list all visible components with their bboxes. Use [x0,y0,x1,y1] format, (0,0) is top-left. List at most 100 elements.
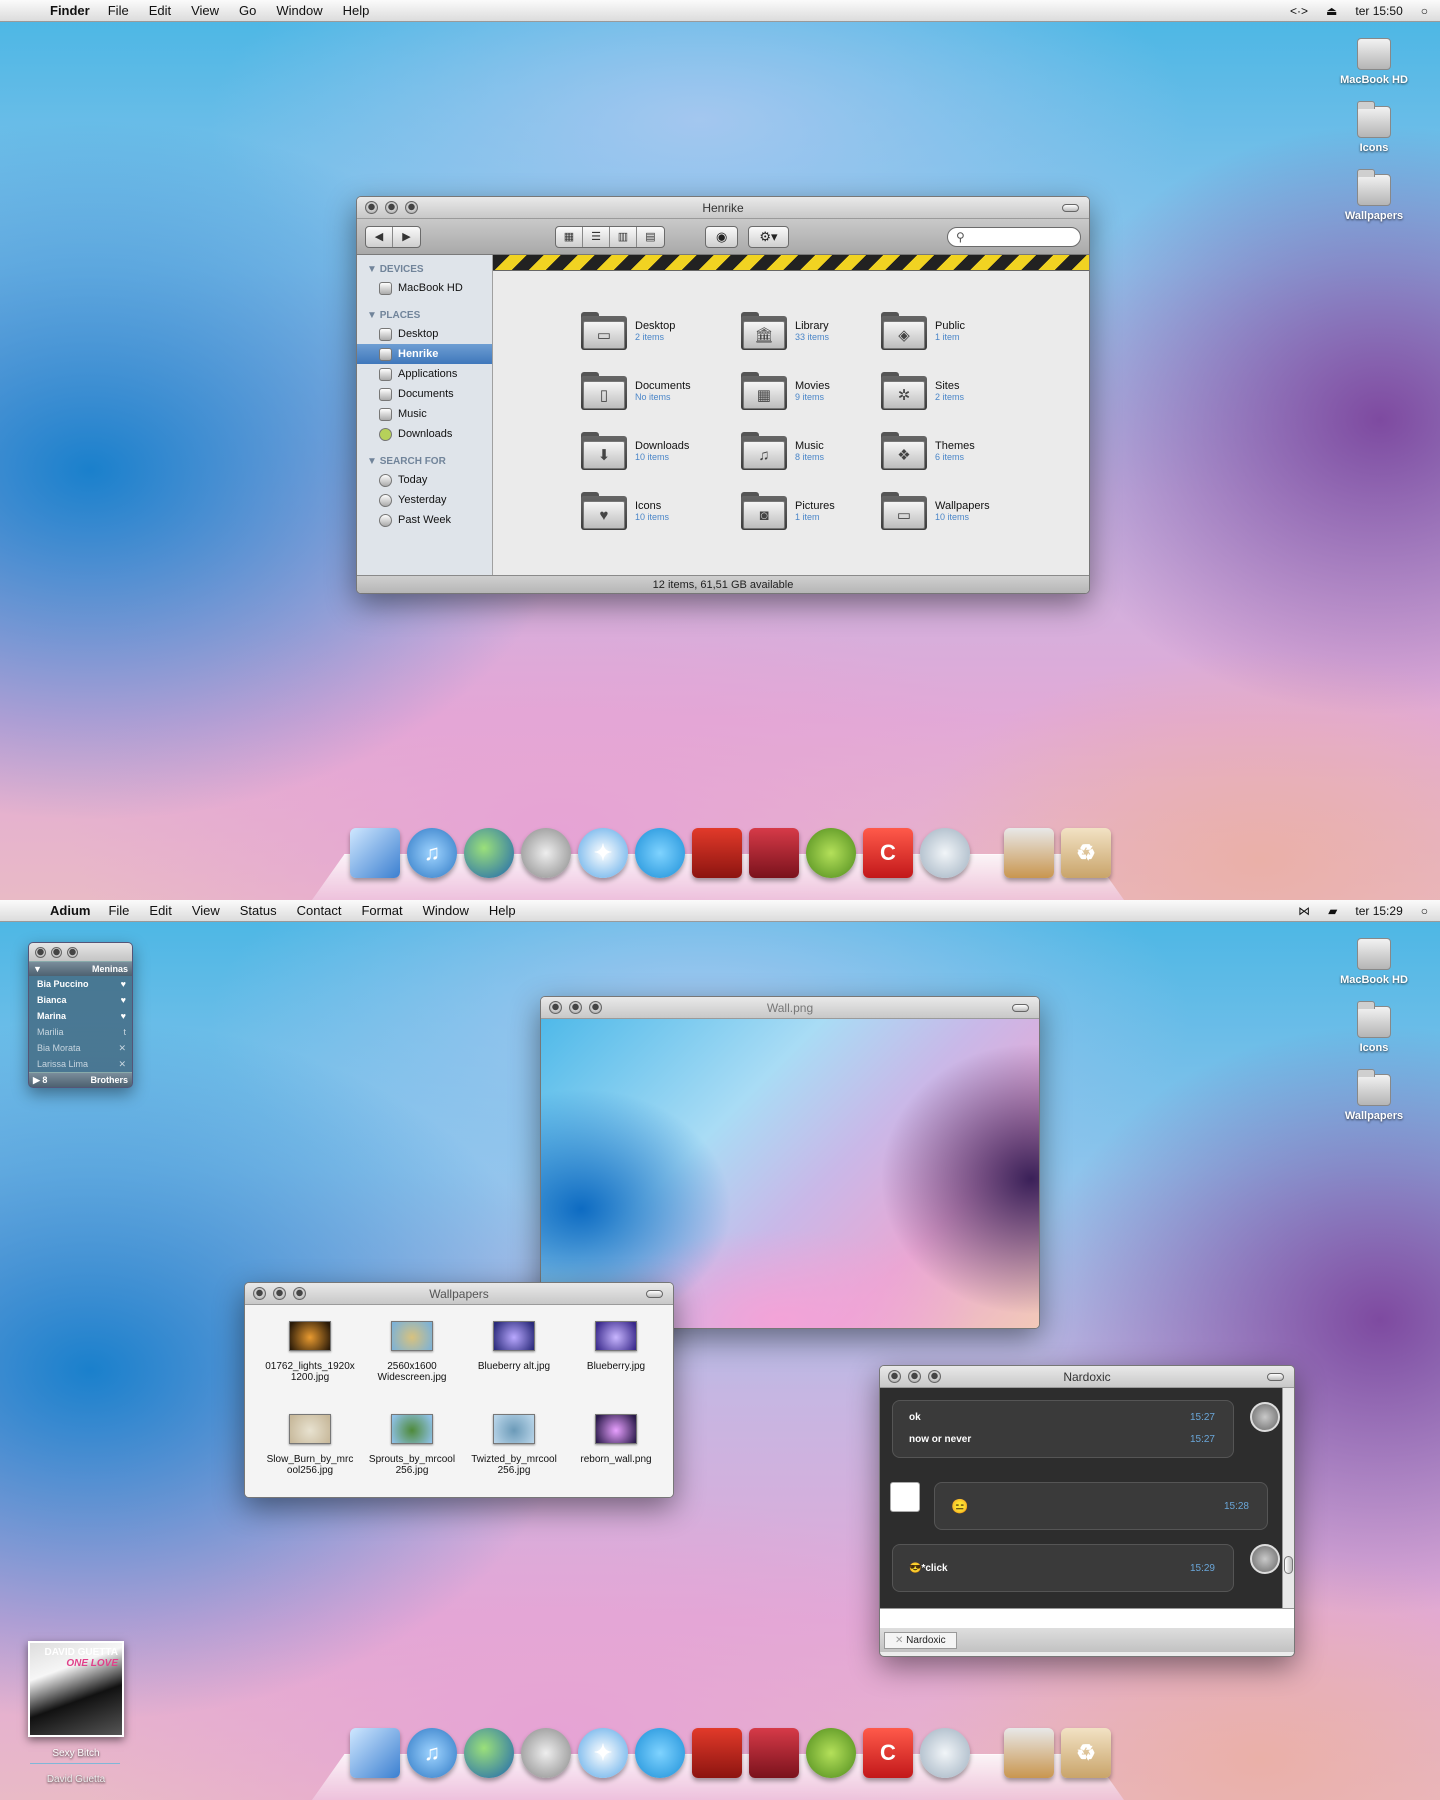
menu-format[interactable]: Format [361,903,402,918]
dvd-player-dock-icon[interactable] [521,828,571,878]
menu-file[interactable]: File [108,903,129,918]
wallpaper-file[interactable]: reborn_wall.png [565,1414,667,1497]
trash-dock-icon[interactable]: ♻ [1061,1728,1111,1778]
contact-row[interactable]: Larissa Lima ✕ [29,1056,132,1072]
sidebar-item-music[interactable]: Music [357,404,492,424]
itunes-dock-icon[interactable]: ♫ [407,1728,457,1778]
folder-item-movies[interactable]: ▦ Movies 9 items [741,361,881,421]
menu-help[interactable]: Help [343,3,370,18]
panda-dock-icon[interactable] [920,1728,970,1778]
menu-file[interactable]: File [108,3,129,18]
menu-window[interactable]: Window [423,903,469,918]
search-field[interactable]: ⚲ [947,226,1081,247]
menu-contact[interactable]: Contact [297,903,342,918]
chat-tab-nardoxic[interactable]: ✕ Nardoxic [884,1631,957,1649]
album-cover[interactable]: DAVID GUETTA ONE LOVE [28,1641,124,1737]
wallpaper-file[interactable]: Sprouts_by_mrcool256.jpg [361,1414,463,1497]
zoom-button[interactable] [293,1287,306,1300]
folder-item-themes[interactable]: ❖ Themes 6 items [881,421,1021,481]
zoom-button[interactable] [405,201,418,214]
menu-view[interactable]: View [191,3,219,18]
dvd-player-dock-icon[interactable] [521,1728,571,1778]
folder-item-sites[interactable]: ✲ Sites 2 items [881,361,1021,421]
menu-view[interactable]: View [192,903,220,918]
folder-item-public[interactable]: ◈ Public 1 item [881,301,1021,361]
action-menu-button[interactable]: ⚙▾ [748,225,789,248]
contact-row[interactable]: Bia Morata ✕ [29,1040,132,1056]
desktop-icon-wallpapers[interactable]: Wallpapers [1326,1069,1422,1122]
menu-clock[interactable]: ter 15:50 [1355,4,1402,18]
menu-edit[interactable]: Edit [149,903,171,918]
scrollbar-thumb[interactable] [1284,1556,1293,1574]
wallpaper-file[interactable]: Blueberry alt.jpg [463,1321,565,1404]
close-button[interactable] [35,946,46,958]
contact-row[interactable]: Marilia t [29,1024,132,1040]
bowtie-icon[interactable]: ⋈ [1298,904,1310,918]
red-box-dock-icon[interactable] [749,828,799,878]
red-box-dock-icon[interactable] [749,1728,799,1778]
preview-titlebar[interactable]: Wall.png [541,997,1039,1019]
contact-row[interactable]: Bia Puccino ♥ [29,976,132,992]
close-tab-icon[interactable]: ✕ [895,1635,906,1646]
minimize-button[interactable] [51,946,62,958]
trash-dock-icon[interactable]: ♻ [1061,828,1111,878]
coverflow-view-icon[interactable]: ▤ [637,227,664,247]
sidebar-item-desktop[interactable]: Desktop [357,324,492,344]
sidebar-item-applications[interactable]: Applications [357,364,492,384]
contact-row[interactable]: Marina ♥ [29,1008,132,1024]
globe-dock-icon[interactable] [464,828,514,878]
folder-item-documents[interactable]: ▯ Documents No items [581,361,741,421]
icon-view-icon[interactable]: ▦ [556,226,583,247]
zoom-button[interactable] [928,1370,941,1383]
twitter-bird-dock-icon[interactable] [635,828,685,878]
folder-item-desktop[interactable]: ▭ Desktop 2 items [581,301,741,361]
folder-item-pictures[interactable]: ◙ Pictures 1 item [741,481,881,541]
network-arrows-icon[interactable]: <·> [1290,4,1308,18]
folder-item-wallpapers[interactable]: ▭ Wallpapers 10 items [881,481,1021,541]
desktop-icon-icons[interactable]: Icons [1326,1001,1422,1054]
mug-dock-icon[interactable] [692,1728,742,1778]
itunes-dock-icon[interactable]: ♫ [407,828,457,878]
toolbar-toggle-button[interactable] [1012,1004,1029,1012]
wallpaper-file[interactable]: Twizted_by_mrcool256.jpg [463,1414,565,1497]
chat-titlebar[interactable]: Nardoxic [880,1366,1294,1388]
finder-titlebar[interactable]: Henrike [357,197,1089,219]
column-view-icon[interactable]: ▥ [610,226,637,247]
desktop-icon-macbook-hd[interactable]: MacBook HD [1326,38,1422,86]
sidebar-item-yesterday[interactable]: Yesterday [357,490,492,510]
menu-edit[interactable]: Edit [149,3,171,18]
contact-list-titlebar[interactable] [29,943,132,961]
desktop-icon-wallpapers[interactable]: Wallpapers [1326,169,1422,222]
close-button[interactable] [365,201,378,214]
menu-window[interactable]: Window [276,3,322,18]
wallpapers-titlebar[interactable]: Wallpapers [245,1283,673,1305]
close-button[interactable] [549,1001,562,1014]
menu-clock[interactable]: ter 15:29 [1355,904,1402,918]
menu-go[interactable]: Go [239,3,256,18]
spotlight-icon[interactable]: ○ [1421,904,1428,918]
sidebar-item-today[interactable]: Today [357,470,492,490]
wallpaper-file[interactable]: Blueberry.jpg [565,1321,667,1404]
sidebar-item-macbook-hd[interactable]: MacBook HD [357,278,492,298]
folder-item-library[interactable]: 🏛 Library 33 items [741,301,881,361]
menu-help[interactable]: Help [489,903,516,918]
chat-scrollbar[interactable] [1282,1388,1294,1608]
sidebar-item-documents[interactable]: Documents [357,384,492,404]
toolbar-toggle-button[interactable] [1267,1373,1284,1381]
finder-dock-icon[interactable] [350,828,400,878]
zoom-button[interactable] [67,946,78,958]
panda-dock-icon[interactable] [920,828,970,878]
sidebar-item-past-week[interactable]: Past Week [357,510,492,530]
app-c-dock-icon[interactable]: C [863,828,913,878]
back-arrow-icon[interactable]: ◀ [366,226,393,247]
minimize-button[interactable] [273,1287,286,1300]
contact-row[interactable]: Bianca ♥ [29,992,132,1008]
adium-duck-dock-icon[interactable] [806,1728,856,1778]
close-button[interactable] [253,1287,266,1300]
minimize-button[interactable] [385,201,398,214]
contact-group-meninas[interactable]: ▼ Meninas [29,961,132,976]
folder-item-downloads[interactable]: ⬇ Downloads 10 items [581,421,741,481]
mug-dock-icon[interactable] [692,828,742,878]
menu-status[interactable]: Status [240,903,277,918]
quick-look-button[interactable]: ◉ [705,225,739,248]
